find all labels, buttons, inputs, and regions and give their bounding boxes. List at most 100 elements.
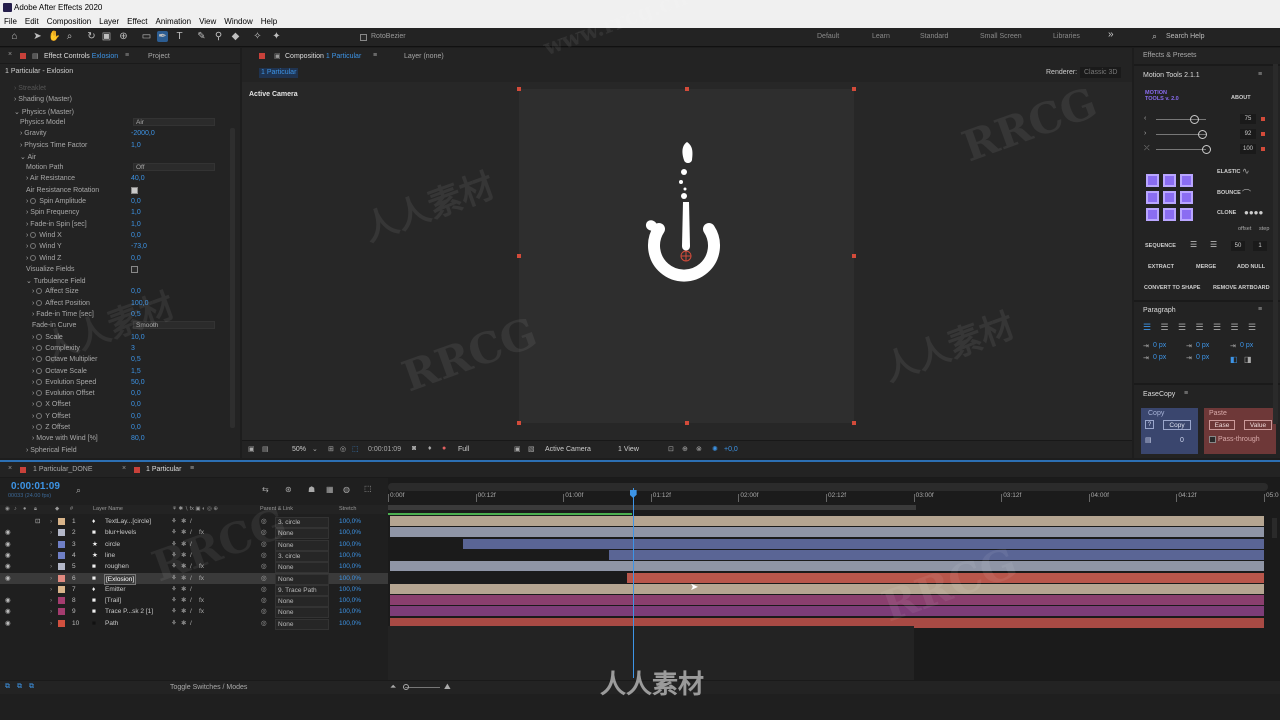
twirl-icon[interactable]: › [50,561,52,572]
effect-property-value[interactable]: 0,0 [131,255,141,262]
hand-tool-icon[interactable]: ✋ [48,31,60,42]
visibility-eye-icon[interactable]: ◉ [5,573,11,584]
label-color-swatch[interactable] [58,529,65,537]
layer-name[interactable]: Emitter [104,585,127,594]
panel-menu-icon[interactable]: ≡ [125,52,129,59]
quality-switch-icon[interactable]: / [190,606,192,617]
shy-switch-icon[interactable]: ⚘ [171,516,177,527]
effect-property-value[interactable]: 1,5 [131,368,141,375]
stretch-value[interactable]: 100,0% [339,527,361,538]
remove-artboard-button[interactable]: REMOVE ARTBOARD [1213,285,1270,291]
label-color-swatch[interactable] [58,585,65,593]
hyphenate-icon[interactable]: ◧ [1230,355,1238,364]
anchor-point-button[interactable] [1180,174,1193,187]
menu-animation[interactable]: Animation [155,15,191,28]
timeline-current-time[interactable]: 0:00:01:09 [11,481,60,492]
stretch-value[interactable]: 100,0% [339,606,361,617]
bounce-button[interactable]: BOUNCE [1217,190,1241,196]
effect-property-row[interactable]: › Spherical Field [26,447,77,454]
quality-switch-icon[interactable]: / [190,584,192,595]
effect-property-row[interactable]: › Streaklet [14,85,46,92]
stopwatch-icon[interactable] [36,299,43,306]
effect-property-value[interactable]: -2000,0 [131,130,155,137]
label-color-swatch[interactable] [58,540,65,548]
exposure-value[interactable]: +0,0 [724,446,738,453]
effect-property-value[interactable]: 1,0 [131,142,141,149]
anchor-point-button[interactable] [1163,191,1176,204]
anchor-grid[interactable] [1146,174,1196,224]
effect-property-value[interactable]: 50,0 [131,379,145,386]
layer-duration-bar[interactable] [609,549,1264,560]
indent-value[interactable]: 0 px [1153,354,1166,361]
zoom-select[interactable]: 50% [292,446,306,453]
quality-switch-icon[interactable]: / [190,516,192,527]
draft-3d-toggle-icon[interactable]: ⊛ [285,485,292,494]
camera-snapshot-icon[interactable]: ◙ [412,445,416,452]
pickwhip-icon[interactable]: ◎ [261,606,267,617]
layer-row[interactable]: ◉ › 10 ■ Path ⚘ ✱ / ◎ None 100,0% [0,618,388,630]
merge-button[interactable]: MERGE [1196,264,1216,270]
always-preview-icon[interactable]: ▤ [262,445,269,453]
paragraph-align-icon[interactable]: ☰ [1248,322,1256,333]
effect-property-value[interactable]: 1,0 [131,221,141,228]
search-help-icon[interactable]: ⌕ [1152,31,1157,42]
expand-modes-icon[interactable]: ⧉ [17,683,22,691]
pickwhip-icon[interactable]: ◎ [261,584,267,595]
visibility-eye-icon[interactable]: ◉ [5,606,11,617]
influence-slider[interactable] [1156,119,1206,120]
workspace-small-screen[interactable]: Small Screen [980,33,1022,40]
exposure-icon[interactable]: ✺ [712,445,718,453]
stopwatch-icon[interactable] [30,231,37,238]
stretch-value[interactable]: 100,0% [339,618,361,629]
time-navigator[interactable] [388,483,1268,491]
stretch-value[interactable]: 100,0% [339,561,361,572]
bounding-handle[interactable] [517,254,521,258]
timeline-scrollbar[interactable] [1272,518,1277,538]
effect-property-value[interactable]: 1,0 [131,209,141,216]
frame-blending-icon[interactable]: ▦ [326,485,334,494]
stopwatch-icon[interactable] [36,344,43,351]
collapse-switch-icon[interactable]: ✱ [181,516,186,527]
slider-value-input[interactable]: 92 [1240,129,1256,139]
anchor-point-button[interactable] [1180,208,1193,221]
close-tab-icon[interactable]: × [122,465,126,472]
work-area-bar[interactable] [388,505,916,510]
label-color-swatch[interactable] [58,563,65,571]
menu-composition[interactable]: Composition [47,15,91,28]
home-icon[interactable]: ⌂ [9,31,20,42]
stopwatch-icon[interactable] [36,390,43,397]
stopwatch-icon[interactable] [36,412,43,419]
slider-knob[interactable] [1189,115,1199,124]
effect-property-row[interactable]: › Y Offset [32,412,70,420]
stopwatch-icon[interactable] [30,243,37,250]
fx-switch-icon[interactable]: fx [199,595,204,606]
motion-blur-toggle-icon[interactable]: ◍ [343,485,350,494]
expand-time-icon[interactable]: ⧉ [29,683,34,691]
sequence-step-input[interactable]: 1 [1253,241,1267,251]
workspace-learn[interactable]: Learn [872,33,890,40]
label-color-swatch[interactable] [58,608,65,616]
stopwatch-icon[interactable] [30,254,37,261]
effect-property-value[interactable]: 0,0 [131,390,141,397]
menu-view[interactable]: View [199,15,216,28]
menu-window[interactable]: Window [224,15,252,28]
zoom-in-icon[interactable]: ⛰ [444,682,451,692]
tab-layer[interactable]: Layer (none) [404,53,444,60]
shy-switch-icon[interactable]: ⚘ [171,595,177,606]
effects-presets-tab[interactable]: Effects & Presets [1143,52,1197,59]
stretch-value[interactable]: 100,0% [339,539,361,550]
shy-layers-icon[interactable]: ☗ [308,485,315,494]
shy-switch-icon[interactable]: ⚘ [171,606,177,617]
effect-property-row[interactable]: › Evolution Speed [32,378,96,386]
add-null-button[interactable]: ADD NULL [1237,264,1265,270]
effect-property-row[interactable]: › Octave Scale [32,367,87,375]
view-layout-select[interactable]: 1 View [618,446,639,453]
paste-ease-button[interactable]: Ease [1209,420,1235,430]
brush-tool-icon[interactable]: ✎ [196,31,207,42]
slider-value-input[interactable]: 75 [1240,114,1256,124]
twirl-icon[interactable]: › [50,573,52,584]
label-color-swatch[interactable] [58,574,65,582]
tab-effect-controls[interactable]: Effect Controls Exlosion [44,53,118,60]
slider-knob[interactable] [1198,130,1207,139]
menu-file[interactable]: File [4,15,17,28]
